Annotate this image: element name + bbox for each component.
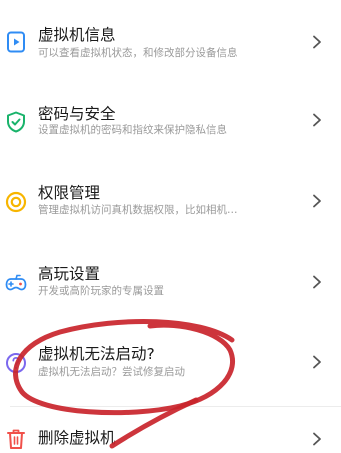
vm-info-icon xyxy=(5,31,27,53)
item-subtitle: 设置虚拟机的密码和指纹来保护隐私信息 xyxy=(38,124,227,136)
item-subtitle: 虚拟机无法启动？尝试修复启动 xyxy=(38,366,185,378)
permission-ring-icon xyxy=(5,191,27,213)
chevron-right-icon xyxy=(311,432,323,446)
chevron-right-icon xyxy=(311,355,323,369)
trash-icon xyxy=(5,428,27,450)
item-title: 权限管理 xyxy=(38,184,101,202)
settings-list: 虚拟机信息 可以查看虚拟机状态，和修改部分设备信息 密码与安全 设置虚拟机的密码… xyxy=(0,0,341,453)
item-subtitle: 开发或高阶玩家的专属设置 xyxy=(38,285,164,297)
item-subtitle: 管理虚拟机访问真机数据权限，比如相机… xyxy=(38,204,238,216)
chevron-right-icon xyxy=(311,275,323,289)
item-title: 密码与安全 xyxy=(38,105,116,123)
item-title: 删除虚拟机 xyxy=(38,429,116,447)
shield-check-icon xyxy=(5,111,27,133)
settings-item-password-security[interactable]: 密码与安全 设置虚拟机的密码和指纹来保护隐私信息 xyxy=(0,87,341,157)
settings-item-permissions[interactable]: 权限管理 管理虚拟机访问真机数据权限，比如相机… xyxy=(0,168,341,238)
item-title: 虚拟机无法启动? xyxy=(38,345,155,363)
item-title: 高玩设置 xyxy=(38,265,101,283)
settings-item-repair-boot[interactable]: 虚拟机无法启动? 虚拟机无法启动？尝试修复启动 xyxy=(0,330,341,400)
help-icon xyxy=(5,352,27,374)
settings-item-advanced[interactable]: 高玩设置 开发或高阶玩家的专属设置 xyxy=(0,250,341,320)
chevron-right-icon xyxy=(311,35,323,49)
settings-item-vm-info[interactable]: 虚拟机信息 可以查看虚拟机状态，和修改部分设备信息 xyxy=(0,5,341,75)
settings-item-delete-vm[interactable]: 删除虚拟机 xyxy=(0,407,341,453)
item-title: 虚拟机信息 xyxy=(38,26,116,44)
item-subtitle: 可以查看虚拟机状态，和修改部分设备信息 xyxy=(38,47,238,59)
gamepad-icon xyxy=(5,272,27,294)
chevron-right-icon xyxy=(311,113,323,127)
chevron-right-icon xyxy=(311,194,323,208)
